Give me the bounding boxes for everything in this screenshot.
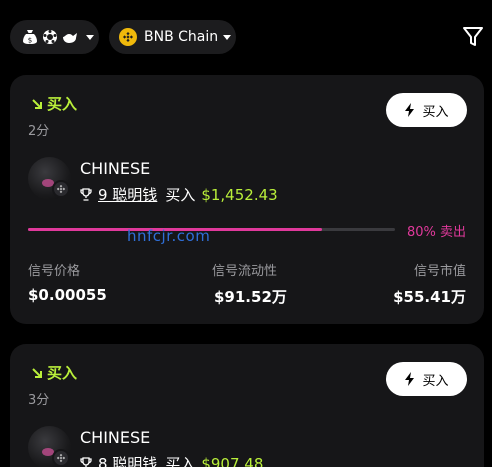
bnb-logo-icon bbox=[119, 28, 137, 46]
arrow-down-right-icon bbox=[32, 367, 42, 378]
signal-type: 买入 bbox=[30, 362, 77, 383]
time-ago: 2分 bbox=[28, 124, 50, 139]
token-name: CHINESE bbox=[80, 428, 151, 447]
buy-button-label: 买入 bbox=[422, 373, 449, 389]
buy-amount: $907.48 bbox=[201, 454, 264, 467]
signal-type-label: 买入 bbox=[47, 95, 78, 113]
quick-buy-button[interactable]: 买入 bbox=[386, 93, 467, 127]
smart-money-count-link[interactable]: 8 聪明钱 bbox=[98, 453, 157, 467]
filter-icon[interactable] bbox=[462, 25, 484, 49]
signal-card[interactable]: 买入 3分 买入 CHINESE 8 聪明钱 买入 $907.48 bbox=[10, 344, 484, 467]
chain-badge-icon bbox=[52, 180, 70, 198]
top-bar: $ BNB Chain bbox=[0, 0, 492, 74]
buy-button-label: 买入 bbox=[422, 104, 449, 120]
signal-card[interactable]: 买入 2分 买入 CHINESE 9 聪明钱 买入 $1,452.43 80% … bbox=[10, 75, 484, 324]
arrow-down-right-icon bbox=[32, 98, 42, 109]
quick-buy-button[interactable]: 买入 bbox=[386, 362, 467, 396]
lightning-icon bbox=[405, 103, 415, 117]
wallet-filter-dropdown[interactable]: $ bbox=[10, 20, 99, 54]
signal-type: 买入 bbox=[30, 93, 77, 114]
signal-liquidity-label: 信号流动性 bbox=[212, 264, 278, 279]
trophy-icon bbox=[80, 457, 92, 467]
signal-market-cap-value: $55.41万 bbox=[393, 288, 466, 306]
signal-type-label: 买入 bbox=[47, 364, 78, 382]
sell-progress-label: 80% 卖出 bbox=[406, 225, 466, 240]
money-bag-icon: $ bbox=[21, 28, 39, 46]
lightning-icon bbox=[405, 372, 415, 386]
signal-price-value: $0.00055 bbox=[28, 286, 107, 304]
time-ago: 3分 bbox=[28, 393, 50, 408]
chain-badge-icon bbox=[52, 449, 70, 467]
action-label: 买入 bbox=[165, 186, 196, 204]
chain-label: BNB Chain bbox=[144, 29, 219, 45]
action-label: 买入 bbox=[165, 455, 196, 467]
settings-flower-icon bbox=[41, 28, 59, 46]
chevron-down-icon bbox=[86, 34, 94, 40]
signal-market-cap-label: 信号市值 bbox=[413, 264, 466, 279]
trophy-icon bbox=[80, 188, 92, 201]
watermark: hnfcjr.com bbox=[127, 227, 211, 245]
buy-amount: $1,452.43 bbox=[201, 185, 278, 204]
smart-money-count-link[interactable]: 9 聪明钱 bbox=[98, 184, 157, 205]
smart-money-row: 9 聪明钱 买入 $1,452.43 bbox=[80, 184, 278, 205]
token-name: CHINESE bbox=[80, 159, 151, 178]
signal-liquidity-value: $91.52万 bbox=[214, 288, 287, 306]
svg-text:$: $ bbox=[28, 37, 32, 45]
chevron-down-icon bbox=[223, 34, 232, 40]
signal-price-label: 信号价格 bbox=[28, 264, 81, 279]
chain-selector[interactable]: BNB Chain bbox=[109, 20, 236, 54]
smart-money-row: 8 聪明钱 买入 $907.48 bbox=[80, 453, 263, 467]
bird-icon bbox=[61, 28, 79, 46]
sell-progress-bar bbox=[28, 228, 395, 231]
